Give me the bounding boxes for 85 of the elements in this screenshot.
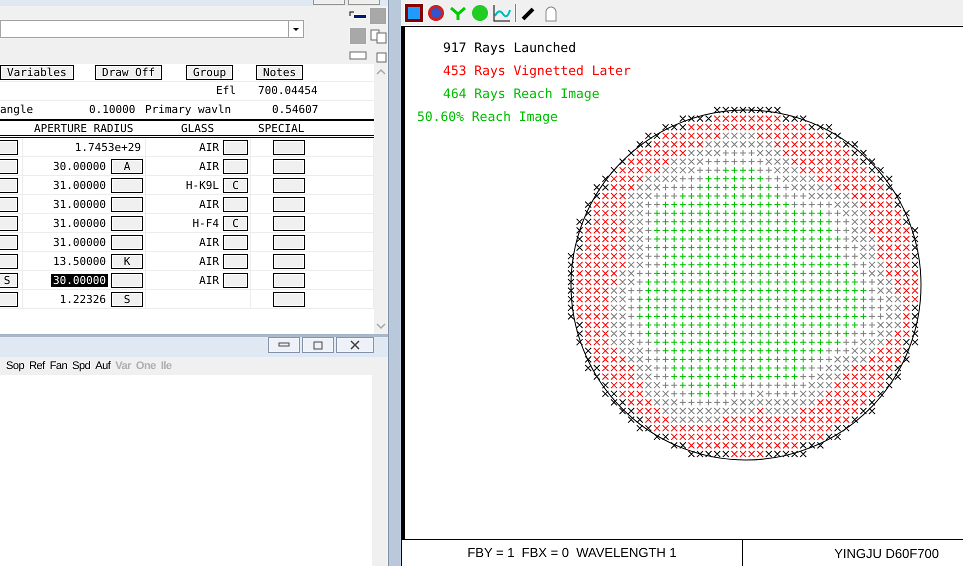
- glass-cell: H-F4: [192, 216, 219, 230]
- solve-button[interactable]: [111, 272, 143, 288]
- special-button[interactable]: [273, 158, 305, 174]
- ray-statistic: 917 Rays Launched: [442, 40, 578, 58]
- special-button[interactable]: [273, 254, 305, 268]
- special-button[interactable]: [273, 178, 305, 192]
- solve-button[interactable]: [223, 140, 248, 154]
- solve-button[interactable]: A: [111, 158, 143, 174]
- solve-button[interactable]: [111, 196, 143, 212]
- solve-button[interactable]: [111, 234, 143, 250]
- field-info: FBY = 1 FBX = 0 WAVELENGTH 1: [402, 540, 743, 566]
- glass-cell: AIR: [199, 236, 219, 248]
- radius-cell[interactable]: 1.22326: [58, 292, 108, 306]
- radius-cell[interactable]: 1.7453e+29: [72, 140, 143, 154]
- solve-button[interactable]: K: [111, 254, 143, 268]
- maximize-button[interactable]: [302, 337, 334, 353]
- solve-button[interactable]: [111, 216, 143, 230]
- efl-label: Efl: [216, 84, 236, 97]
- close-button[interactable]: [336, 337, 374, 353]
- efl-value: 700.04454: [258, 84, 318, 97]
- special-button[interactable]: [273, 234, 305, 250]
- solve-button[interactable]: [0, 158, 18, 174]
- solve-button[interactable]: C: [223, 178, 248, 192]
- lens-name: YINGJU D60F700: [833, 546, 940, 560]
- glass-cell: H-K9L: [186, 178, 219, 192]
- solve-button[interactable]: C: [223, 216, 248, 230]
- glass-cell: AIR: [199, 160, 219, 172]
- solve-button[interactable]: [0, 196, 18, 212]
- solve-button[interactable]: [0, 234, 18, 250]
- radius-cell[interactable]: 31.00000: [51, 216, 108, 230]
- ray-statistic: 453 Rays Vignetted Later: [442, 63, 632, 81]
- menu-item[interactable]: Sop: [6, 360, 24, 372]
- column-header: APERTURE RADIUS: [34, 122, 134, 135]
- editor-button[interactable]: Notes: [256, 65, 304, 80]
- radius-cell[interactable]: 31.00000: [51, 198, 108, 210]
- radius-cell[interactable]: 31.00000: [51, 178, 108, 192]
- special-button[interactable]: [273, 196, 305, 212]
- solve-button[interactable]: [223, 196, 248, 212]
- menu-item[interactable]: Ref: [29, 360, 45, 372]
- line-chart-icon[interactable]: [493, 4, 511, 22]
- wavelength-value: 0.54607: [272, 103, 318, 116]
- glass-cell: AIR: [199, 254, 219, 268]
- glass-cell: AIR: [199, 274, 219, 286]
- ray-statistic: 464 Rays Reach Image: [442, 86, 601, 104]
- special-button[interactable]: [273, 292, 305, 306]
- close-icon: [349, 340, 361, 350]
- radius-cell[interactable]: 30.00000: [51, 274, 108, 286]
- target-icon[interactable]: [427, 4, 445, 22]
- solve-button[interactable]: [0, 254, 18, 268]
- copy-icon[interactable]: [368, 28, 388, 44]
- radius-cell[interactable]: 13.50000: [51, 254, 108, 268]
- column-header: GLASS: [181, 122, 214, 135]
- glass-cell: AIR: [199, 198, 219, 210]
- solve-button[interactable]: [223, 158, 248, 174]
- special-button[interactable]: [273, 216, 305, 230]
- angle-label: angle: [0, 103, 34, 116]
- glass-cell: AIR: [199, 140, 219, 154]
- solve-button[interactable]: [0, 178, 18, 192]
- minimize-button[interactable]: [268, 337, 300, 353]
- ray-statistic: 50.60% Reach Image: [417, 109, 559, 127]
- editor-button[interactable]: Variables: [0, 65, 74, 80]
- menu-item[interactable]: Spd: [72, 360, 90, 372]
- solve-button[interactable]: [223, 234, 248, 250]
- solve-button[interactable]: [111, 178, 143, 192]
- solve-button[interactable]: S: [111, 292, 143, 306]
- editor-button[interactable]: Group: [186, 65, 234, 80]
- solve-button[interactable]: S: [0, 272, 18, 288]
- editor-button[interactable]: Draw Off: [95, 65, 162, 80]
- radius-cell[interactable]: 30.00000: [51, 160, 108, 172]
- menu-item[interactable]: Auf: [95, 360, 110, 372]
- wavelength-label: Primary wavln: [145, 103, 232, 116]
- solve-button[interactable]: [0, 140, 18, 154]
- column-header: SPECIAL: [258, 122, 304, 135]
- menu-item[interactable]: Fan: [50, 360, 68, 372]
- special-button[interactable]: [273, 140, 305, 154]
- solve-button[interactable]: [0, 216, 18, 230]
- solve-button[interactable]: [0, 292, 18, 306]
- angle-value: 0.10000: [89, 103, 136, 116]
- minimize-icon: [278, 342, 290, 348]
- special-button[interactable]: [273, 272, 305, 288]
- radius-cell[interactable]: 31.00000: [51, 236, 108, 248]
- grid-icon[interactable]: [405, 4, 423, 22]
- maximize-icon: [313, 340, 323, 350]
- solve-button[interactable]: [223, 254, 248, 268]
- solve-button[interactable]: [223, 272, 248, 288]
